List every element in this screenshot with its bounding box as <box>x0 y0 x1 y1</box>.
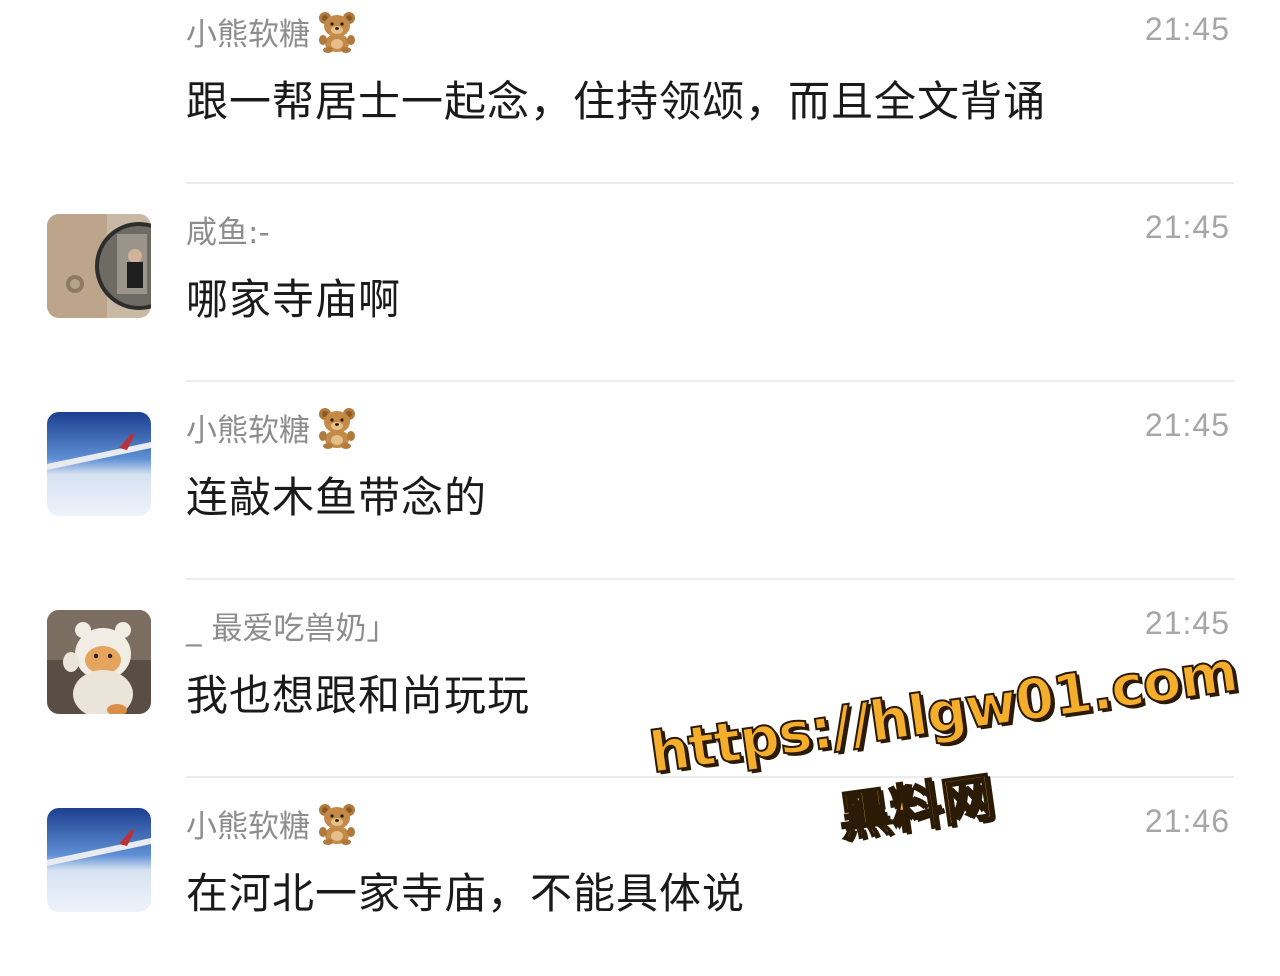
message-text: 我也想跟和尚玩玩 <box>186 671 531 720</box>
sender-name: _ 最爱吃兽奶」 <box>186 602 397 648</box>
teddy-bear-emoji-icon <box>319 804 355 845</box>
chat-message[interactable]: 咸鱼:- 21:45 哪家寺庙啊 <box>0 184 1280 382</box>
message-text: 连敲木鱼带念的 <box>186 473 488 522</box>
message-time: 21:45 <box>1144 407 1230 443</box>
message-time: 21:45 <box>1144 209 1230 245</box>
mirror-selfie-avatar[interactable] <box>47 214 151 318</box>
sender-name: 咸鱼:- <box>186 206 270 252</box>
sender-name-text: 小熊软糖 <box>186 412 310 449</box>
teddy-bear-emoji-icon <box>319 408 355 449</box>
sender-name: 小熊软糖 <box>186 404 360 450</box>
cartoon-bear-avatar[interactable] <box>47 610 151 714</box>
sender-name-text: 小熊软糖 <box>186 808 310 845</box>
chat-message[interactable]: 小熊软糖 21:45 连敲木鱼带念的 <box>0 382 1280 580</box>
sender-name-text: 小熊软糖 <box>186 16 310 53</box>
chat-message[interactable]: 小熊软糖 21:45 跟一帮居士一起念，住持领颂，而且全文背诵 <box>0 0 1280 184</box>
message-text: 跟一帮居士一起念，住持领颂，而且全文背诵 <box>186 77 1047 126</box>
sender-name-text: _ 最爱吃兽奶」 <box>186 610 398 647</box>
message-text: 哪家寺庙啊 <box>186 275 402 324</box>
airplane-wing-avatar[interactable] <box>47 808 151 912</box>
teddy-bear-emoji-icon <box>319 12 355 53</box>
message-time: 21:45 <box>1144 11 1230 47</box>
sender-name: 小熊软糖 <box>186 8 360 54</box>
airplane-wing-avatar[interactable] <box>47 412 151 516</box>
sender-name-text: 咸鱼:- <box>186 214 270 251</box>
sender-name: 小熊软糖 <box>186 800 360 846</box>
